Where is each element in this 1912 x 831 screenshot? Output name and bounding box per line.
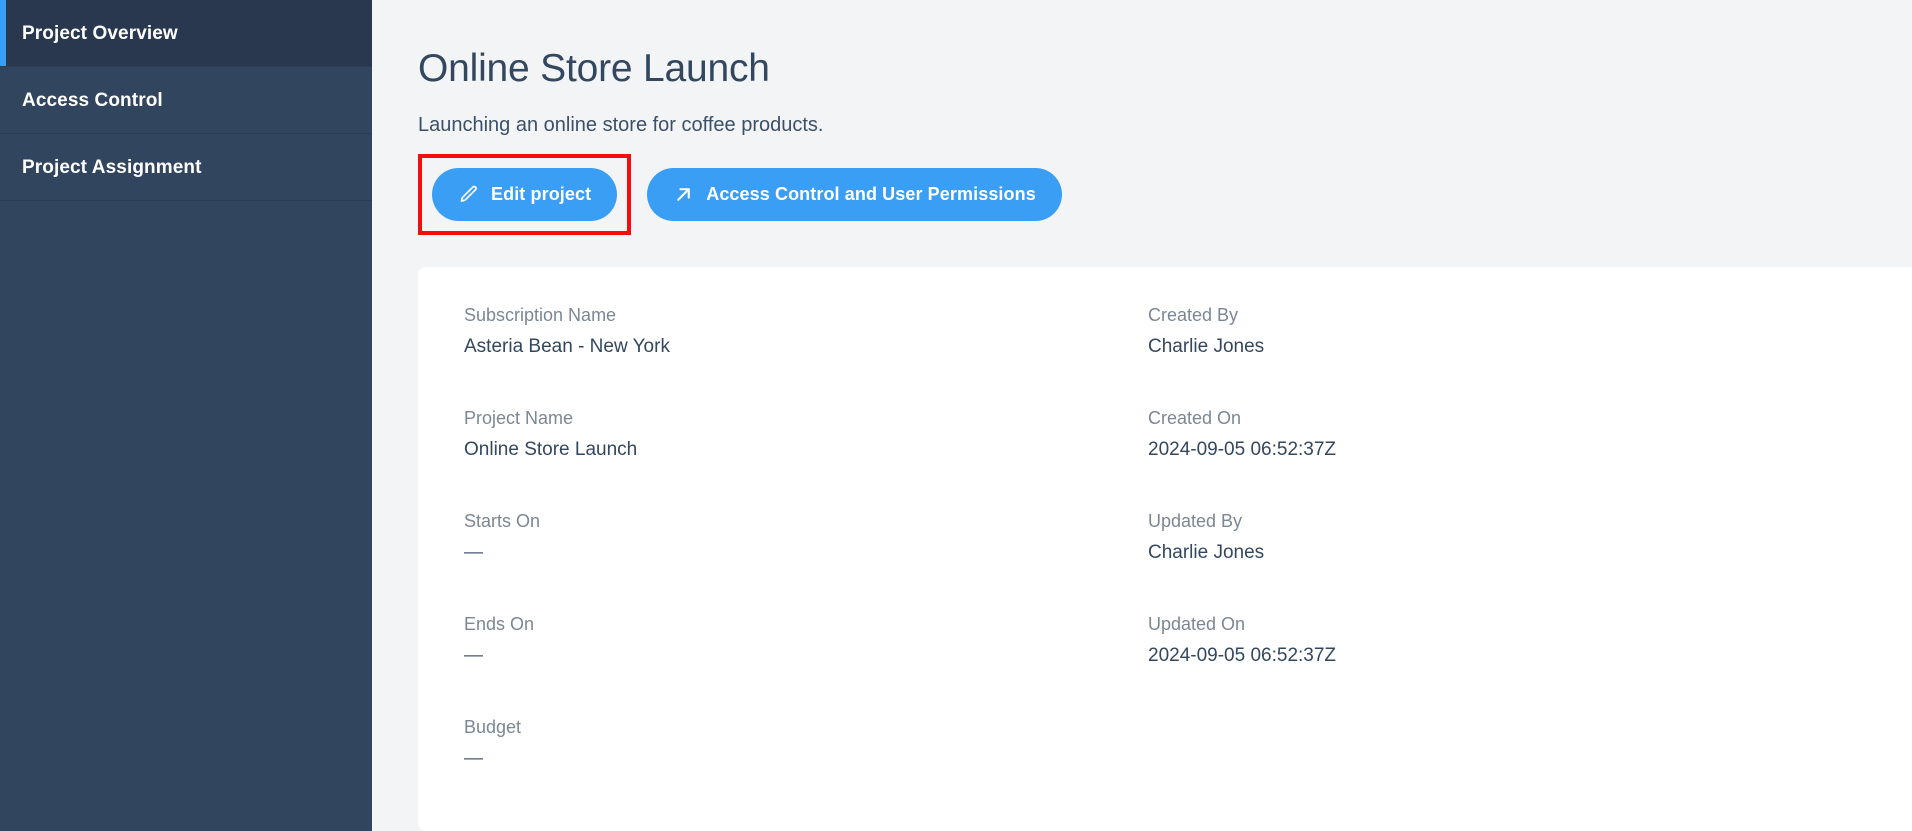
edit-project-label: Edit project bbox=[491, 183, 592, 204]
field-label: Updated On bbox=[1148, 613, 1246, 634]
field-spacer bbox=[1148, 715, 1912, 772]
field-created-on: Created On 2024-09-05 06:52:37Z bbox=[1148, 406, 1912, 463]
field-value: 2024-09-05 06:52:37Z bbox=[1148, 439, 1337, 461]
field-value: — bbox=[464, 542, 483, 564]
sidebar-item-label: Access Control bbox=[22, 89, 163, 111]
edit-project-button[interactable]: Edit project bbox=[432, 167, 618, 221]
field-value: — bbox=[464, 747, 483, 769]
field-subscription-name: Subscription Name Asteria Bean - New Yor… bbox=[464, 303, 1148, 360]
field-updated-on: Updated On 2024-09-05 06:52:37Z bbox=[1148, 612, 1912, 669]
page-title: Online Store Launch bbox=[418, 47, 770, 90]
field-value: Online Store Launch bbox=[464, 439, 638, 461]
field-label: Budget bbox=[464, 716, 522, 737]
field-label: Ends On bbox=[464, 613, 535, 634]
field-ends-on: Ends On — bbox=[464, 612, 1148, 669]
pencil-icon bbox=[458, 184, 479, 205]
field-label: Updated By bbox=[1148, 510, 1243, 531]
sidebar-item-label: Project Overview bbox=[22, 22, 178, 44]
field-created-by: Created By Charlie Jones bbox=[1148, 303, 1912, 360]
field-value: Charlie Jones bbox=[1148, 336, 1265, 358]
field-value: Charlie Jones bbox=[1148, 542, 1265, 564]
field-label: Subscription Name bbox=[464, 304, 617, 325]
field-value: Asteria Bean - New York bbox=[464, 336, 670, 358]
action-button-row: Edit project Access Control and User Per… bbox=[418, 153, 1912, 235]
project-details-card: Subscription Name Asteria Bean - New Yor… bbox=[418, 266, 1912, 831]
active-indicator-bar bbox=[0, 0, 6, 66]
page-subtitle: Launching an online store for coffee pro… bbox=[418, 113, 824, 136]
field-project-name: Project Name Online Store Launch bbox=[464, 406, 1148, 463]
field-label: Created On bbox=[1148, 407, 1242, 428]
sidebar-item-project-assignment[interactable]: Project Assignment bbox=[0, 134, 372, 201]
sidebar-item-project-overview[interactable]: Project Overview bbox=[0, 0, 372, 67]
field-updated-by: Updated By Charlie Jones bbox=[1148, 509, 1912, 566]
sidebar-item-label: Project Assignment bbox=[22, 156, 202, 178]
page-header: Online Store Launch Launching an online … bbox=[372, 0, 1912, 235]
project-details-grid: Subscription Name Asteria Bean - New Yor… bbox=[464, 303, 1912, 772]
app-root: Project Overview Access Control Project … bbox=[0, 0, 1912, 831]
field-budget: Budget — bbox=[464, 715, 1148, 772]
main-content: Online Store Launch Launching an online … bbox=[372, 0, 1912, 831]
access-control-button[interactable]: Access Control and User Permissions bbox=[647, 167, 1062, 221]
sidebar: Project Overview Access Control Project … bbox=[0, 0, 372, 831]
sidebar-item-access-control[interactable]: Access Control bbox=[0, 67, 372, 134]
edit-project-highlight-box: Edit project bbox=[418, 153, 632, 235]
field-label: Project Name bbox=[464, 407, 574, 428]
external-link-icon bbox=[673, 184, 694, 205]
field-value: — bbox=[464, 645, 483, 666]
field-label: Starts On bbox=[464, 510, 541, 531]
field-label: Created By bbox=[1148, 304, 1239, 325]
field-starts-on: Starts On — bbox=[464, 509, 1148, 566]
field-value: 2024-09-05 06:52:37Z bbox=[1148, 645, 1337, 666]
access-control-label: Access Control and User Permissions bbox=[706, 183, 1036, 204]
